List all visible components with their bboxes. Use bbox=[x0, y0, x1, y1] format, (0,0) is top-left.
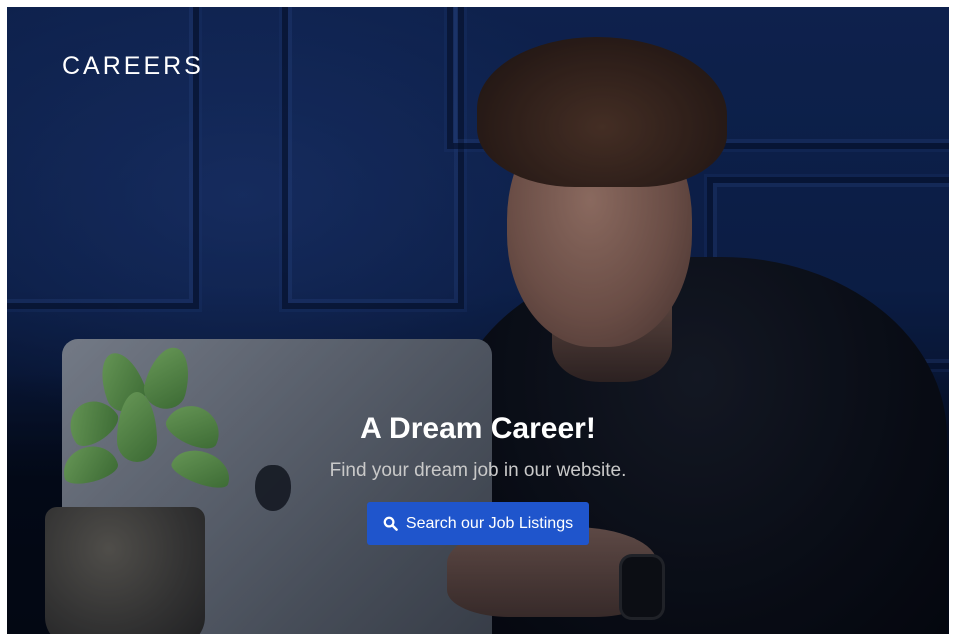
search-icon bbox=[383, 516, 398, 531]
search-job-listings-label: Search our Job Listings bbox=[405, 514, 574, 532]
search-job-listings-button[interactable]: Search our Job Listings bbox=[366, 502, 590, 545]
hero-subtitle: Find your dream job in our website. bbox=[329, 460, 627, 481]
hero-section: CAREERS A Dream Career! Find your dream … bbox=[7, 7, 949, 634]
hero-title: A Dream Career! bbox=[360, 412, 596, 445]
brand-logo[interactable]: CAREERS bbox=[62, 52, 204, 81]
hero-content: A Dream Career! Find your dream job in o… bbox=[7, 409, 949, 545]
